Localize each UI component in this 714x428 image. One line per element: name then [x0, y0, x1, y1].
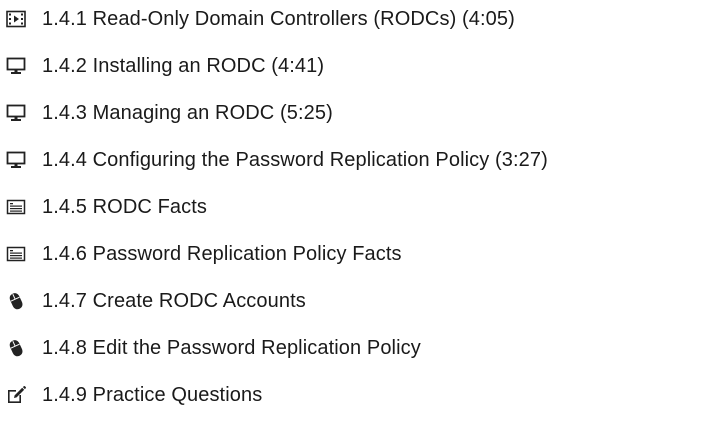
lesson-item-1-4-2[interactable]: 1.4.2 Installing an RODC (4:41) — [6, 50, 324, 82]
lesson-item-1-4-6[interactable]: 1.4.6 Password Replication Policy Facts — [6, 238, 402, 270]
lesson-item-1-4-3[interactable]: 1.4.3 Managing an RODC (5:25) — [6, 97, 333, 129]
lesson-label: 1.4.2 Installing an RODC (4:41) — [42, 55, 325, 77]
monitor-icon — [6, 150, 26, 170]
edit-icon — [6, 385, 26, 405]
lesson-item-1-4-7[interactable]: 1.4.7 Create RODC Accounts — [6, 285, 306, 317]
monitor-icon — [6, 56, 26, 76]
lesson-item-1-4-9[interactable]: 1.4.9 Practice Questions — [6, 379, 262, 411]
video-icon — [6, 9, 26, 29]
lesson-label: 1.4.8 Edit the Password Replication Poli… — [42, 337, 421, 359]
lesson-label: 1.4.7 Create RODC Accounts — [42, 290, 306, 312]
document-icon — [6, 244, 26, 264]
monitor-icon — [6, 103, 26, 123]
lesson-item-1-4-1[interactable]: 1.4.1 Read-Only Domain Controllers (RODC… — [6, 3, 515, 35]
lesson-label: 1.4.6 Password Replication Policy Facts — [42, 243, 402, 265]
mouse-icon — [6, 291, 26, 311]
lesson-item-1-4-8[interactable]: 1.4.8 Edit the Password Replication Poli… — [6, 332, 421, 364]
lesson-list: 1.4.1 Read-Only Domain Controllers (RODC… — [0, 0, 714, 428]
mouse-icon — [6, 338, 26, 358]
lesson-item-1-4-5[interactable]: 1.4.5 RODC Facts — [6, 191, 207, 223]
lesson-item-1-4-4[interactable]: 1.4.4 Configuring the Password Replicati… — [6, 144, 548, 176]
lesson-label: 1.4.1 Read-Only Domain Controllers (RODC… — [42, 8, 515, 30]
document-icon — [6, 197, 26, 217]
lesson-label: 1.4.4 Configuring the Password Replicati… — [42, 149, 548, 171]
lesson-label: 1.4.5 RODC Facts — [42, 196, 207, 218]
lesson-label: 1.4.9 Practice Questions — [42, 384, 263, 406]
lesson-label: 1.4.3 Managing an RODC (5:25) — [42, 102, 333, 124]
